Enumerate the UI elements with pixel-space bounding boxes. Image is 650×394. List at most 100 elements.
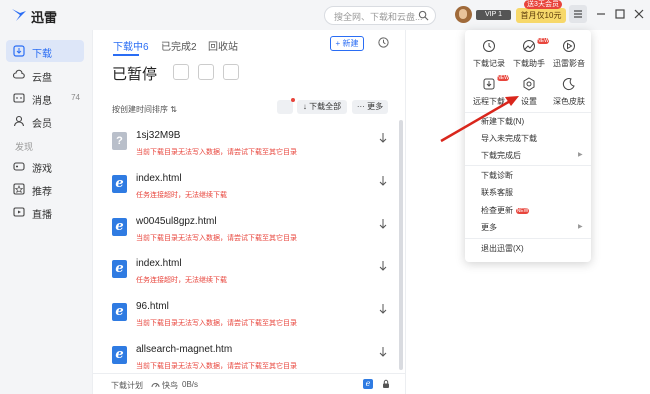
history-icon[interactable]	[377, 36, 390, 49]
rocket-icon[interactable]	[223, 64, 239, 80]
menu-download-history[interactable]: 下载记录	[469, 35, 509, 71]
submenu-arrow-icon: ▶	[578, 224, 583, 230]
maximize-icon[interactable]	[613, 7, 627, 21]
active-tab-indicator	[113, 54, 139, 56]
download-arrow-icon[interactable]	[378, 260, 388, 272]
menu-after-download[interactable]: 下载完成后	[481, 150, 521, 161]
task-filter-button[interactable]	[277, 100, 293, 114]
menu-thunder-player[interactable]: 迅雷影音	[549, 35, 589, 71]
close-icon[interactable]	[632, 7, 646, 21]
game-icon	[13, 162, 25, 171]
minimize-icon[interactable]	[594, 7, 608, 21]
turbo-mode-label[interactable]: 快鸟	[162, 380, 178, 391]
error-message: 任务连接超时，无法继续下载	[136, 277, 227, 284]
download-panel: 下载中6 已完成2 回收站 + 新建 已暂停 按创建时间排序 ⇅ ↓ 下载全部 …	[92, 30, 406, 394]
download-plan-button[interactable]: 下载计划	[111, 380, 143, 391]
html-file-icon: e	[112, 218, 127, 236]
menu-grid-label: 下载记录	[473, 59, 505, 68]
new-download-button[interactable]: + 新建	[330, 36, 364, 51]
menu-item-label: 检查更新	[481, 206, 513, 215]
search-placeholder: 搜全网、下载和云盘...	[334, 12, 423, 22]
menu-more[interactable]: 更多	[481, 222, 497, 233]
title-bar: 迅雷 搜全网、下载和云盘... VIP 1 首月仅10元 送3天会员	[0, 0, 650, 30]
html-file-icon: e	[112, 346, 127, 364]
lock-icon[interactable]	[381, 379, 391, 389]
sidebar-item-recommend[interactable]: 推荐	[6, 178, 84, 200]
diamond-icon[interactable]	[198, 64, 214, 80]
recommend-icon	[13, 183, 25, 195]
player-icon	[563, 40, 575, 52]
list-item[interactable]: e index.html 任务连接超时，无法继续下载	[110, 256, 393, 296]
error-message: 任务连接超时，无法继续下载	[136, 192, 227, 199]
paused-section-title: 已暂停	[112, 66, 158, 83]
download-arrow-icon[interactable]	[378, 303, 388, 315]
menu-grid-label: 远程下载	[473, 97, 505, 106]
sidebar-item-cloud[interactable]: 云盘	[6, 64, 84, 86]
discover-section-label: 发现	[15, 142, 34, 152]
settings-icon	[523, 77, 535, 91]
list-item[interactable]: ? 1sj32M9B 当前下载目录无法写入数据，请尝试下载至其它目录	[110, 128, 393, 168]
sidebar-item-label: 推荐	[32, 187, 52, 198]
remote-download-icon	[483, 78, 495, 90]
message-icon	[13, 93, 25, 103]
unknown-file-icon: ?	[112, 132, 127, 150]
shield-icon[interactable]	[173, 64, 189, 80]
sidebar-item-download[interactable]: 下载	[6, 40, 84, 62]
menu-diagnose[interactable]: 下载诊断	[481, 170, 513, 181]
thunder-logo-icon	[12, 9, 26, 21]
tab-completed[interactable]: 已完成2	[161, 38, 197, 53]
error-message: 当前下载目录无法写入数据，请尝试下载至其它目录	[136, 149, 297, 156]
search-input[interactable]: 搜全网、下载和云盘...	[324, 6, 436, 25]
file-name: 1sj32M9B	[136, 130, 181, 141]
download-speed: 0B/s	[182, 380, 199, 389]
menu-new-download[interactable]: 新建下载(N)	[481, 116, 524, 127]
list-item[interactable]: e w0045ul8gpz.html 当前下载目录无法写入数据，请尝试下载至其它…	[110, 214, 393, 254]
live-icon	[13, 207, 25, 217]
sidebar-item-vip[interactable]: 会员	[6, 110, 84, 132]
sidebar: 下载 云盘 消息 74 会员 发现 游戏 推荐 直播	[0, 30, 92, 394]
download-arrow-icon[interactable]	[378, 218, 388, 230]
tab-downloading[interactable]: 下载中6	[113, 38, 149, 53]
more-button[interactable]: ··· 更多	[352, 100, 388, 114]
sidebar-item-live[interactable]: 直播	[6, 201, 84, 223]
download-all-button[interactable]: ↓ 下载全部	[297, 100, 347, 114]
menu-customer-service[interactable]: 联系客服	[481, 187, 513, 198]
menu-divider	[465, 238, 591, 239]
message-count-badge: 74	[71, 93, 80, 102]
menu-divider	[465, 112, 591, 113]
history-icon	[483, 40, 495, 52]
download-arrow-icon[interactable]	[378, 346, 388, 358]
menu-exit[interactable]: 退出迅雷(X)	[481, 243, 524, 254]
list-item[interactable]: e index.html 任务连接超时，无法继续下载	[110, 171, 393, 211]
search-icon[interactable]	[418, 10, 429, 21]
browser-icon[interactable]: e	[363, 379, 373, 389]
list-item[interactable]: e 96.html 当前下载目录无法写入数据，请尝试下载至其它目录	[110, 299, 393, 339]
menu-download-assistant[interactable]: NEW 下载助手	[509, 35, 549, 71]
avatar[interactable]	[455, 6, 472, 23]
html-file-icon: e	[112, 175, 127, 193]
menu-settings[interactable]: 设置	[509, 73, 549, 109]
sidebar-item-label: 会员	[32, 119, 52, 130]
menu-grid-label: 深色皮肤	[553, 97, 585, 106]
list-scrollbar[interactable]	[399, 120, 403, 370]
sidebar-item-label: 云盘	[32, 73, 52, 84]
menu-import-unfinished[interactable]: 导入未完成下载	[481, 133, 537, 144]
menu-remote-download[interactable]: NEW 远程下载	[469, 73, 509, 109]
download-arrow-icon[interactable]	[378, 132, 388, 144]
sidebar-item-message[interactable]: 消息 74	[6, 87, 84, 109]
download-arrow-icon[interactable]	[378, 175, 388, 187]
html-file-icon: e	[112, 303, 127, 321]
membership-promo-button[interactable]: 首月仅10元	[516, 8, 566, 23]
sort-selector[interactable]: 按创建时间排序 ⇅	[112, 104, 177, 115]
menu-dark-skin[interactable]: 深色皮肤	[549, 73, 589, 109]
menu-grid-label: 迅雷影音	[553, 59, 585, 68]
error-message: 当前下载目录无法写入数据，请尝试下载至其它目录	[136, 235, 297, 242]
tab-recycle-bin[interactable]: 回收站	[208, 38, 238, 53]
sidebar-item-game[interactable]: 游戏	[6, 155, 84, 177]
main-menu-button[interactable]	[569, 5, 587, 23]
submenu-arrow-icon: ▶	[578, 152, 583, 158]
menu-check-update[interactable]: 检查更新 NEW	[481, 205, 529, 216]
app-title: 迅雷	[31, 10, 58, 25]
sidebar-item-label: 消息	[32, 96, 52, 107]
vip-icon	[13, 115, 25, 127]
